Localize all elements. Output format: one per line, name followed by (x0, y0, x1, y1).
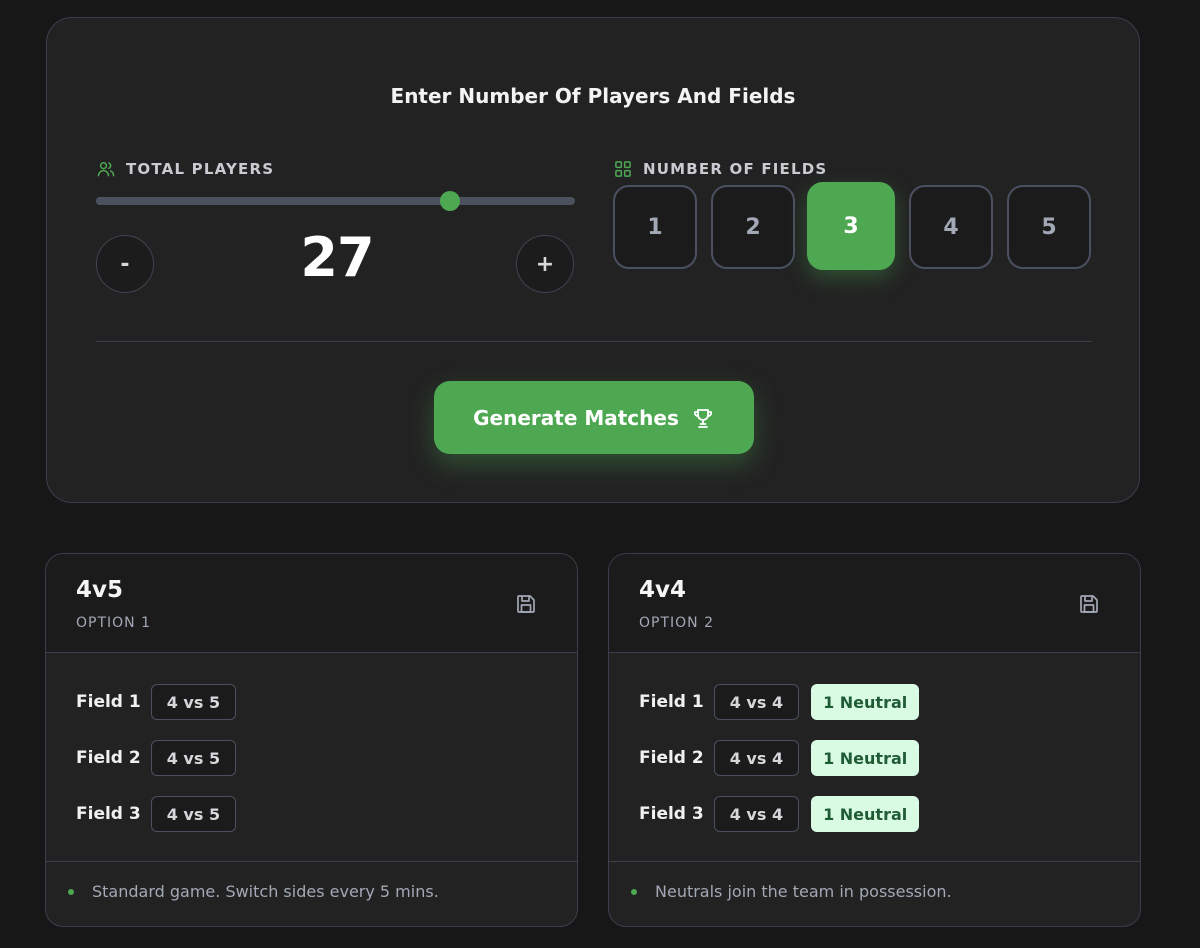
generate-matches-button[interactable]: Generate Matches (434, 381, 754, 454)
neutral-badge: 1 Neutral (811, 684, 920, 720)
field-row: Field 3 4 vs 5 (76, 796, 237, 832)
bullet-dot (631, 888, 637, 895)
option-title: 4v4 (639, 577, 686, 603)
field-option-1[interactable]: 1 (613, 185, 697, 269)
matchup-chip: 4 vs 4 (713, 796, 800, 832)
field-option-4[interactable]: 4 (909, 185, 993, 269)
field-row: Field 3 4 vs 4 1 Neutral (639, 796, 920, 832)
option-subtitle: OPTION 2 (639, 615, 714, 631)
bullet-dot (68, 888, 74, 895)
option-title: 4v5 (76, 577, 123, 603)
number-of-fields-text: NUMBER OF FIELDS (643, 160, 828, 178)
section-divider (96, 341, 1092, 342)
decrease-players-button[interactable]: - (96, 235, 154, 293)
field-option-3[interactable]: 3 (807, 182, 895, 270)
field-name: Field 1 (76, 692, 141, 712)
matchup-chip: 4 vs 5 (150, 684, 237, 720)
field-name: Field 3 (76, 804, 141, 824)
field-row: Field 1 4 vs 4 1 Neutral (639, 684, 920, 720)
option-card-1: 4v5 OPTION 1 Field 1 4 vs 5 Field 2 4 vs… (45, 553, 578, 927)
field-name: Field 1 (639, 692, 704, 712)
field-row: Field 1 4 vs 5 (76, 684, 237, 720)
page-title: Enter Number Of Players And Fields (390, 84, 796, 108)
option-subtitle: OPTION 1 (76, 615, 151, 631)
matchup-chip: 4 vs 4 (713, 740, 800, 776)
users-icon (97, 162, 115, 177)
field-name: Field 3 (639, 804, 704, 824)
option-note-text: Neutrals join the team in possession. (655, 882, 952, 901)
matchup-chip: 4 vs 5 (150, 796, 237, 832)
option-note: Standard game. Switch sides every 5 mins… (68, 882, 439, 901)
match-config-card: Enter Number Of Players And Fields TOTAL… (46, 17, 1140, 503)
option-header: 4v5 OPTION 1 (46, 554, 577, 653)
field-row: Field 2 4 vs 4 1 Neutral (639, 740, 920, 776)
field-option-5[interactable]: 5 (1007, 185, 1091, 269)
option-header: 4v4 OPTION 2 (609, 554, 1140, 653)
option-note-text: Standard game. Switch sides every 5 mins… (92, 882, 439, 901)
option-card-2: 4v4 OPTION 2 Field 1 4 vs 4 1 Neutral Fi… (608, 553, 1141, 927)
option-note: Neutrals join the team in possession. (631, 882, 952, 901)
neutral-badge: 1 Neutral (811, 796, 920, 832)
players-slider-fill (96, 197, 451, 205)
save-icon[interactable] (514, 592, 538, 616)
grid-icon (615, 161, 631, 177)
total-players-text: TOTAL PLAYERS (126, 160, 275, 178)
increase-players-button[interactable]: + (516, 235, 574, 293)
players-slider-thumb[interactable] (440, 191, 461, 211)
option-divider (46, 861, 577, 862)
number-of-fields-label: NUMBER OF FIELDS (613, 159, 827, 179)
matchup-chip: 4 vs 4 (713, 684, 800, 720)
players-slider[interactable] (96, 191, 575, 211)
field-row: Field 2 4 vs 5 (76, 740, 237, 776)
player-count: 27 (300, 226, 374, 289)
generate-matches-label: Generate Matches (473, 405, 679, 430)
matchup-chip: 4 vs 5 (150, 740, 237, 776)
field-name: Field 2 (76, 748, 141, 768)
trophy-icon (693, 408, 712, 428)
option-divider (609, 861, 1140, 862)
save-icon[interactable] (1077, 592, 1101, 616)
neutral-badge: 1 Neutral (811, 740, 920, 776)
total-players-label: TOTAL PLAYERS (96, 159, 274, 179)
field-option-2[interactable]: 2 (711, 185, 795, 269)
field-name: Field 2 (639, 748, 704, 768)
